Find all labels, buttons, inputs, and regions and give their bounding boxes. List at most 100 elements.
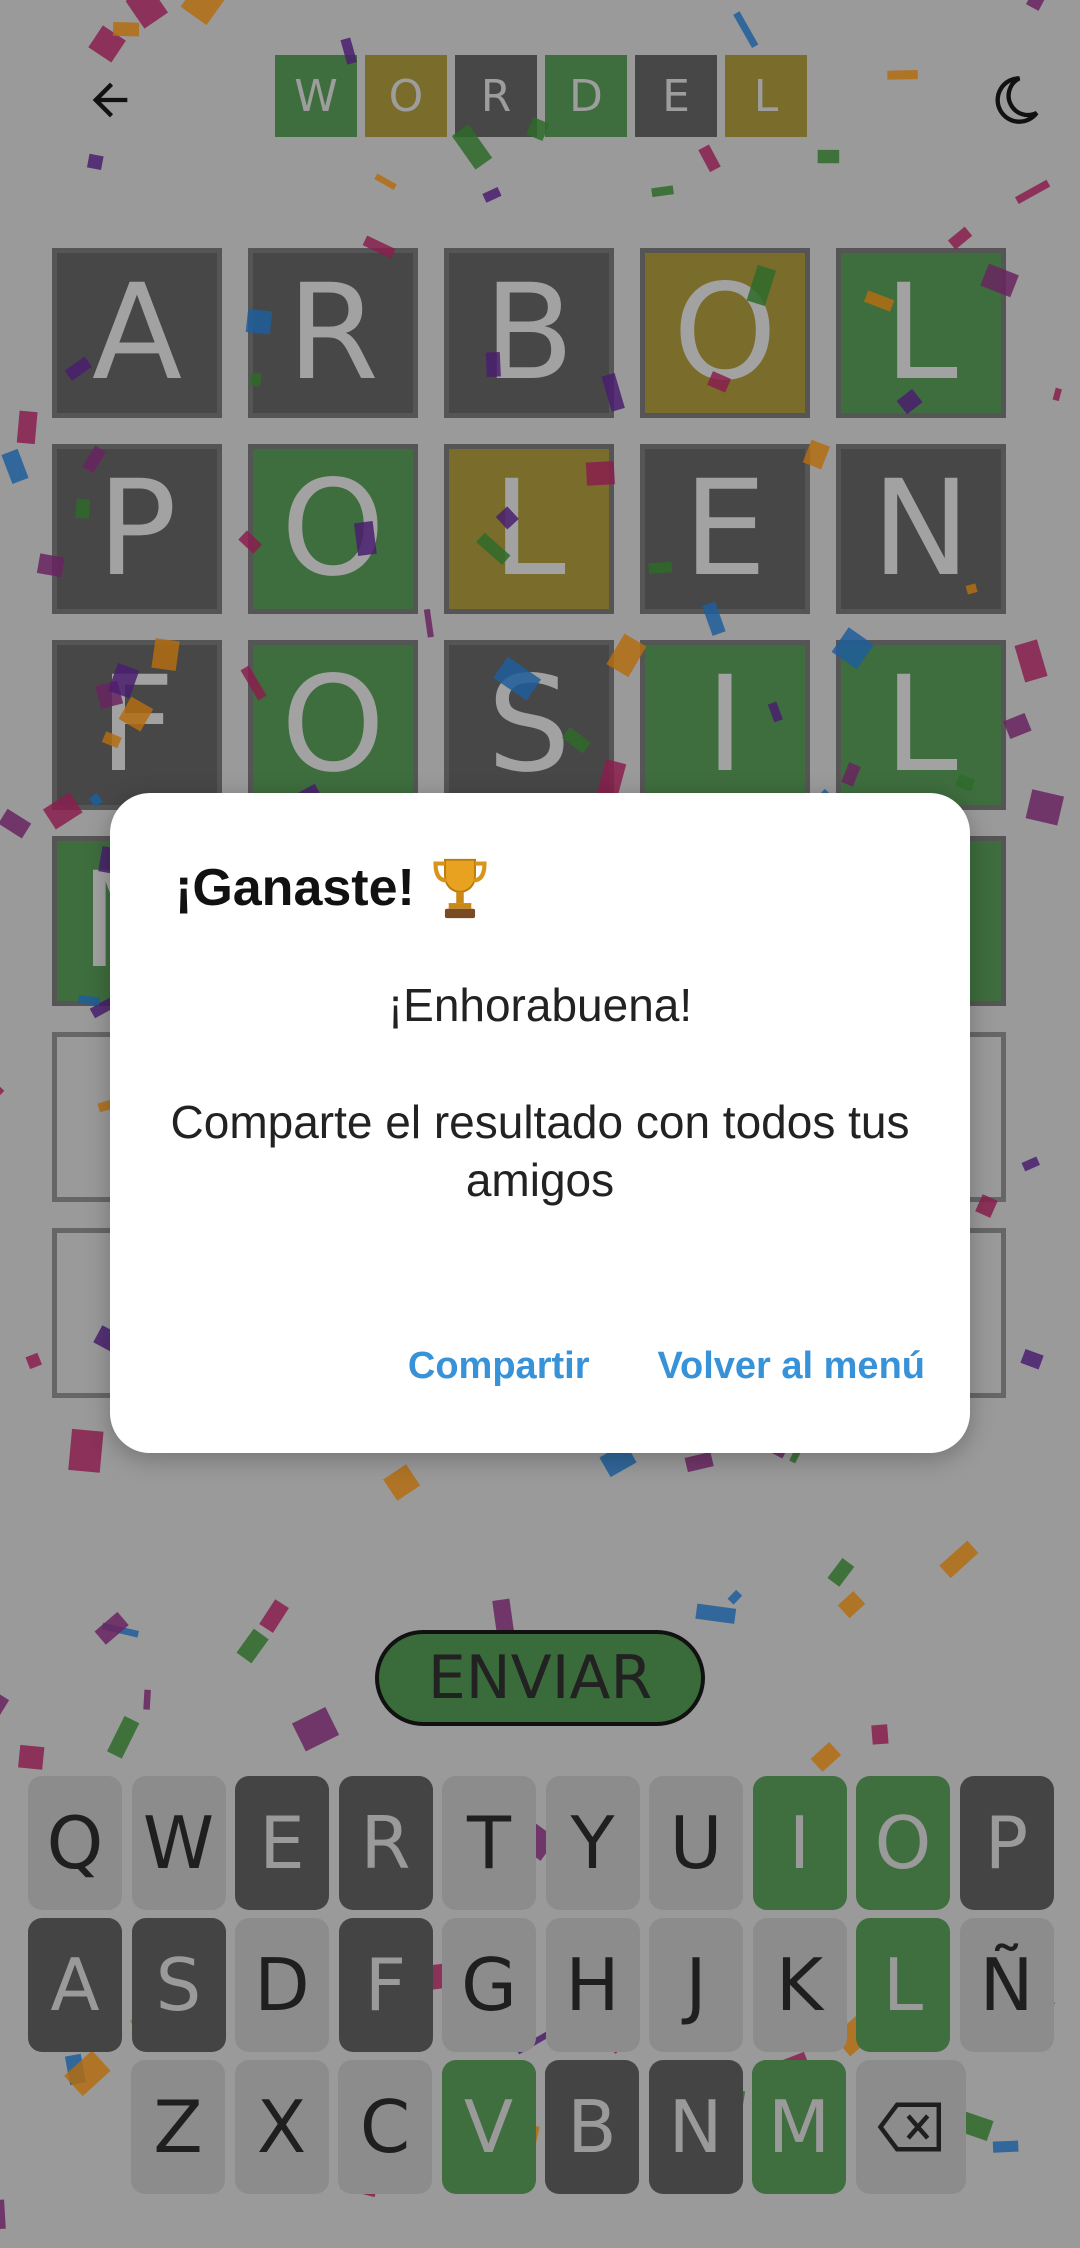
confetti-piece xyxy=(1,448,29,484)
key-u[interactable]: U xyxy=(649,1776,743,1910)
confetti-piece xyxy=(810,1741,842,1772)
confetti-piece xyxy=(16,410,38,445)
board-row: ARBOL xyxy=(52,248,1006,418)
board-cell: R xyxy=(248,248,418,418)
app-logo: WORDEL xyxy=(275,55,807,137)
key-m[interactable]: M xyxy=(752,2060,846,2194)
logo-tile: O xyxy=(365,55,447,137)
board-cell: F xyxy=(52,640,222,810)
key-g[interactable]: G xyxy=(442,1918,536,2052)
confetti-piece xyxy=(88,25,126,63)
back-to-menu-button[interactable]: Volver al menú xyxy=(657,1345,925,1388)
confetti-piece xyxy=(695,1603,737,1624)
confetti-piece xyxy=(992,2140,1019,2153)
key-p[interactable]: P xyxy=(959,1776,1054,1910)
key-f[interactable]: F xyxy=(338,1918,433,2052)
confetti-piece xyxy=(1021,1156,1040,1172)
board-cell: A xyxy=(52,248,222,418)
confetti-piece xyxy=(1025,0,1048,11)
board-cell: S xyxy=(444,640,614,810)
key-x[interactable]: X xyxy=(234,2060,329,2194)
confetti-piece xyxy=(684,1451,714,1473)
confetti-piece xyxy=(259,1599,289,1633)
confetti-piece xyxy=(25,1352,42,1370)
key-k[interactable]: K xyxy=(752,1918,847,2052)
board-cell: P xyxy=(52,444,222,614)
win-dialog: ¡Ganaste! ¡Enhorabuena! Comparte el resu… xyxy=(110,793,970,1453)
key-i[interactable]: I xyxy=(752,1776,847,1910)
confetti-piece xyxy=(86,153,104,171)
key-s[interactable]: S xyxy=(131,1918,226,2052)
share-button[interactable]: Compartir xyxy=(408,1345,590,1388)
confetti-piece xyxy=(180,0,228,26)
key-w[interactable]: W xyxy=(131,1776,226,1910)
key-t[interactable]: T xyxy=(442,1776,536,1910)
arrow-left-icon xyxy=(92,82,128,118)
theme-toggle-button[interactable] xyxy=(985,70,1045,130)
key-h[interactable]: H xyxy=(545,1918,640,2052)
logo-tile: R xyxy=(455,55,537,137)
confetti-piece xyxy=(18,1744,45,1770)
logo-tile: D xyxy=(545,55,627,137)
dialog-title: ¡Ganaste! xyxy=(175,856,491,920)
confetti-piece xyxy=(1014,639,1048,683)
board-cell: O xyxy=(248,444,418,614)
confetti-piece xyxy=(651,185,674,198)
key-y[interactable]: Y xyxy=(545,1776,640,1910)
confetti-piece xyxy=(64,2050,111,2097)
confetti-piece xyxy=(837,1591,866,1619)
confetti-piece xyxy=(939,1540,979,1579)
key-c[interactable]: C xyxy=(338,2060,432,2194)
submit-button[interactable]: ENVIAR xyxy=(375,1630,705,1726)
confetti-piece xyxy=(0,808,32,839)
confetti-piece xyxy=(482,186,502,203)
board-cell: N xyxy=(836,444,1006,614)
back-button[interactable] xyxy=(80,70,140,130)
key-ñ[interactable]: Ñ xyxy=(959,1918,1054,2052)
backspace-key[interactable] xyxy=(855,2060,966,2194)
key-q[interactable]: Q xyxy=(28,1776,122,1910)
logo-tile: L xyxy=(725,55,807,137)
key-b[interactable]: B xyxy=(545,2060,639,2194)
key-a[interactable]: A xyxy=(28,1918,122,2052)
key-d[interactable]: D xyxy=(235,1918,329,2052)
board-cell: L xyxy=(836,640,1006,810)
moon-icon xyxy=(995,76,1039,124)
key-r[interactable]: R xyxy=(338,1776,433,1910)
key-o[interactable]: O xyxy=(856,1776,950,1910)
confetti-piece xyxy=(101,1622,139,1638)
key-e[interactable]: E xyxy=(235,1776,329,1910)
dialog-title-text: ¡Ganaste! xyxy=(175,859,415,917)
confetti-piece xyxy=(0,1686,10,1721)
confetti-piece xyxy=(94,1611,129,1645)
confetti-piece xyxy=(68,1428,104,1473)
board-row: FOSIL xyxy=(52,640,1006,810)
dialog-message-share: Comparte el resultado con todos tus amig… xyxy=(170,1096,910,1206)
confetti-piece xyxy=(492,1598,514,1633)
confetti-piece xyxy=(236,1628,269,1664)
confetti-piece xyxy=(112,21,140,37)
confetti-piece xyxy=(107,1715,140,1759)
confetti-piece xyxy=(1052,387,1062,402)
board-cell: I xyxy=(640,640,810,810)
key-v[interactable]: V xyxy=(441,2060,536,2194)
key-z[interactable]: Z xyxy=(131,2060,225,2194)
board-row: POLEN xyxy=(52,444,1006,614)
confetti-piece xyxy=(698,144,721,173)
board-cell: E xyxy=(640,444,810,614)
confetti-piece xyxy=(817,149,840,164)
key-n[interactable]: N xyxy=(648,2060,743,2194)
confetti-piece xyxy=(0,2199,6,2230)
key-j[interactable]: J xyxy=(649,1918,743,2052)
confetti-piece xyxy=(827,1557,855,1587)
logo-tile: W xyxy=(275,55,357,137)
key-l[interactable]: L xyxy=(856,1918,950,2052)
dialog-actions: Compartir Volver al menú xyxy=(408,1345,925,1388)
confetti-piece xyxy=(947,226,973,250)
game-screen: WORDEL ARBOLPOLENFOSILMOVIL ENVIAR QWERT… xyxy=(0,0,1080,2248)
confetti-piece xyxy=(1020,1348,1044,1370)
dialog-message-congrats: ¡Enhorabuena! xyxy=(387,979,693,1031)
confetti-piece xyxy=(727,1589,743,1605)
confetti-piece xyxy=(374,173,397,191)
confetti-piece xyxy=(64,2053,87,2086)
